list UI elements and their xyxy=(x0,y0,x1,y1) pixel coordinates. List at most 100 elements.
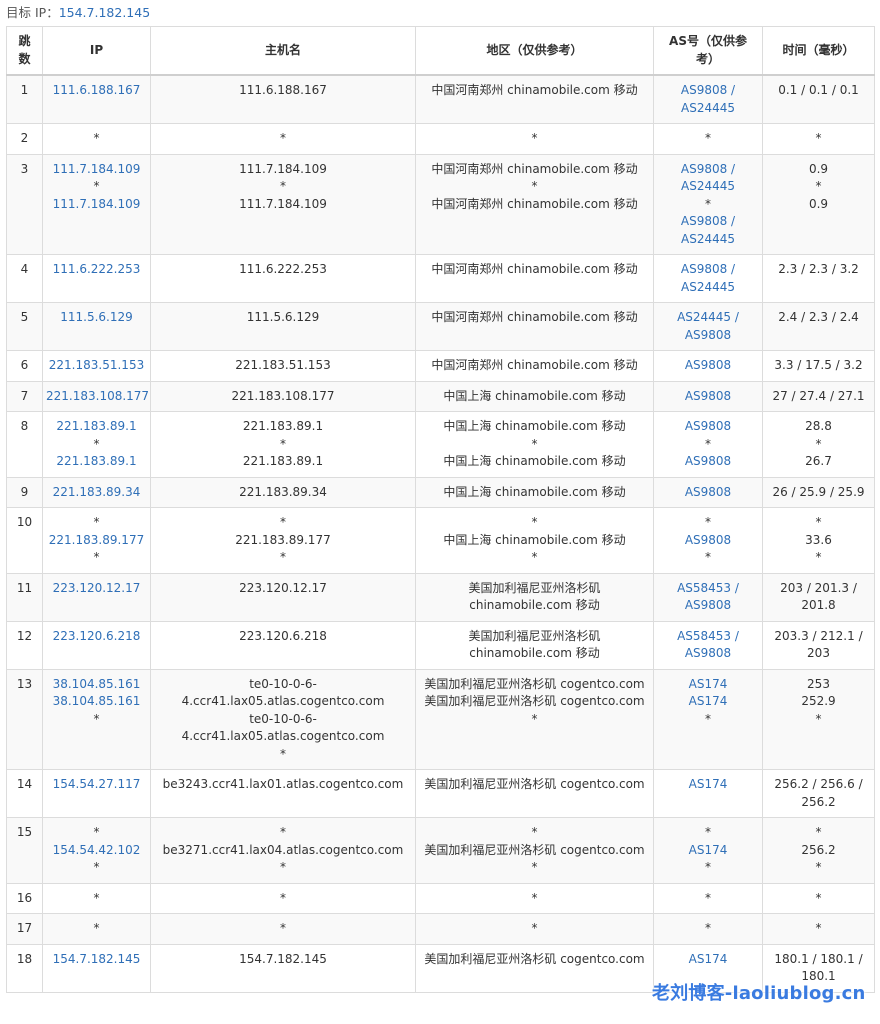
host-text: be3243.ccr41.lax01.atlas.cogentco.com xyxy=(162,777,404,791)
asn-link[interactable]: AS174 xyxy=(657,951,759,969)
host-text: 4.ccr41.lax05.atlas.cogentco.com xyxy=(181,729,385,743)
time-text: 0.1 / 0.1 / 0.1 xyxy=(778,83,859,97)
asn-link[interactable]: AS9808 xyxy=(657,597,759,615)
ip-link[interactable]: 223.120.6.218 xyxy=(46,628,147,646)
ip-text: * xyxy=(93,436,100,451)
ip-link[interactable]: 221.183.51.153 xyxy=(46,357,147,375)
asn-link[interactable]: AS24445 / xyxy=(657,309,759,327)
ip-cell: 221.183.51.153 xyxy=(42,350,151,382)
ip-cell: * xyxy=(42,882,151,914)
time-text: 256.2 xyxy=(801,842,836,857)
ip-text: * xyxy=(93,179,100,193)
asn-link[interactable]: AS9808 / xyxy=(657,261,759,279)
ip-link[interactable]: 223.120.12.17 xyxy=(46,580,147,598)
region-text: 美国加利福尼亚州洛杉矶 cogentco.com xyxy=(424,694,645,708)
asn-link[interactable]: AS174 xyxy=(657,776,759,794)
region-cell: 中国河南郑州 chinamobile.com 移动 xyxy=(415,302,654,351)
asn-link[interactable]: AS9808 xyxy=(657,418,759,436)
time-text: 33.6 xyxy=(805,532,832,547)
asn-link[interactable]: AS174 xyxy=(657,842,759,860)
asn-link[interactable]: AS9808 xyxy=(657,453,759,471)
asn-link[interactable]: AS24445 xyxy=(657,231,759,249)
asn-link[interactable]: AS9808 / xyxy=(657,82,759,100)
asn-link[interactable]: AS24445 xyxy=(657,279,759,297)
time-text: * xyxy=(815,890,822,905)
region-text: * xyxy=(531,825,538,839)
time-text: 2.3 / 2.3 / 3.2 xyxy=(778,262,859,276)
asn-link[interactable]: AS9808 xyxy=(657,484,759,502)
ip-link[interactable]: 154.54.27.117 xyxy=(46,776,147,794)
host-text: 221.183.89.177 xyxy=(235,532,331,547)
time-text: 0.9 xyxy=(808,161,829,176)
host-text: 221.183.108.177 xyxy=(231,388,335,403)
ip-link[interactable]: 154.7.182.145 xyxy=(46,951,147,969)
ip-link[interactable]: 221.183.108.177 xyxy=(46,388,149,406)
ip-text: * xyxy=(93,825,100,839)
asn-cell: AS174 xyxy=(653,769,763,818)
hop-number: 8 xyxy=(6,411,43,478)
time-cell: 27 / 27.4 / 27.1 xyxy=(762,380,875,412)
host-cell: 111.6.188.167 xyxy=(150,74,416,124)
hop-number: 17 xyxy=(6,913,43,945)
region-text: chinamobile.com 移动 xyxy=(469,598,600,612)
asn-link[interactable]: AS9808 xyxy=(657,532,759,550)
asn-link[interactable]: AS9808 / xyxy=(657,161,759,179)
ip-link[interactable]: 38.104.85.161 xyxy=(46,676,147,694)
ip-link[interactable]: 221.183.89.1 xyxy=(46,418,147,436)
host-cell: 111.7.184.109 * 111.7.184.109 xyxy=(150,153,416,255)
host-cell: * xyxy=(150,913,416,945)
asn-text: * xyxy=(705,550,711,564)
host-text: 111.6.188.167 xyxy=(239,83,327,97)
ip-text: * xyxy=(93,550,100,564)
asn-link[interactable]: AS9808 xyxy=(657,645,759,663)
time-cell: 203 / 201.3 / 201.8 xyxy=(762,572,875,622)
ip-link[interactable]: 154.54.42.102 xyxy=(46,842,147,860)
host-cell: * xyxy=(150,123,416,155)
time-text: * xyxy=(815,711,822,726)
table-row: 7 221.183.108.177 221.183.108.177 中国上海 chin… xyxy=(6,380,875,412)
asn-link[interactable]: AS9808 xyxy=(657,327,759,345)
ip-link[interactable]: 38.104.85.161 xyxy=(46,693,147,711)
asn-link[interactable]: AS58453 / xyxy=(657,628,759,646)
region-cell: 美国加利福尼亚州洛杉矶 chinamobile.com 移动 xyxy=(415,572,654,622)
host-text: * xyxy=(280,825,286,839)
region-text: * xyxy=(531,550,538,564)
table-row: 10 * 221.183.89.177 * * 221.183.89.177 * * 中国上海 … xyxy=(6,507,875,574)
header-region: 地区（仅供参考） xyxy=(415,26,654,76)
ip-link[interactable]: 111.5.6.129 xyxy=(46,309,147,327)
hop-number: 18 xyxy=(6,943,43,993)
asn-link[interactable]: AS58453 / xyxy=(657,580,759,598)
asn-link[interactable]: AS174 xyxy=(657,676,759,694)
table-row: 11 223.120.12.17 223.120.12.17 美国加利福尼亚州洛杉矶 c… xyxy=(6,572,875,622)
hop-number: 6 xyxy=(6,350,43,382)
host-text: te0-10-0-6- xyxy=(249,676,317,691)
ip-link[interactable]: 111.6.188.167 xyxy=(46,82,147,100)
asn-link[interactable]: AS9808 / xyxy=(657,213,759,231)
asn-link[interactable]: AS24445 xyxy=(657,100,759,118)
time-cell: 28.8 * 26.7 xyxy=(762,411,875,478)
table-row: 4 111.6.222.253 111.6.222.253 中国河南郑州 chinam… xyxy=(6,254,875,303)
target-ip-label: 目标 IP： xyxy=(6,5,59,20)
ip-text: * xyxy=(93,921,100,935)
asn-link[interactable]: AS174 xyxy=(657,693,759,711)
ip-link[interactable]: 221.183.89.34 xyxy=(46,484,147,502)
ip-link[interactable]: 111.7.184.109 xyxy=(46,161,147,179)
hop-number: 15 xyxy=(6,817,43,884)
ip-link[interactable]: 221.183.89.1 xyxy=(46,453,147,471)
ip-link[interactable]: 111.6.222.253 xyxy=(46,261,147,279)
asn-link[interactable]: AS9808 xyxy=(657,357,759,375)
host-text: 221.183.51.153 xyxy=(235,358,331,372)
ip-link[interactable]: 111.7.184.109 xyxy=(46,196,147,214)
ip-text: * xyxy=(93,515,100,529)
asn-link[interactable]: AS9808 xyxy=(657,388,759,406)
asn-link[interactable]: AS24445 xyxy=(657,178,759,196)
table-row: 9 221.183.89.34 221.183.89.34 中国上海 chinamob… xyxy=(6,476,875,508)
ip-cell: 221.183.89.34 xyxy=(42,476,151,508)
asn-cell: AS9808 * AS9808 xyxy=(653,411,763,478)
region-text: * xyxy=(531,711,538,726)
header-time: 时间（毫秒） xyxy=(762,26,875,76)
region-cell: * xyxy=(415,123,654,155)
asn-text: * xyxy=(705,825,711,839)
ip-link[interactable]: 221.183.89.177 xyxy=(46,532,147,550)
time-text: * xyxy=(815,860,822,874)
